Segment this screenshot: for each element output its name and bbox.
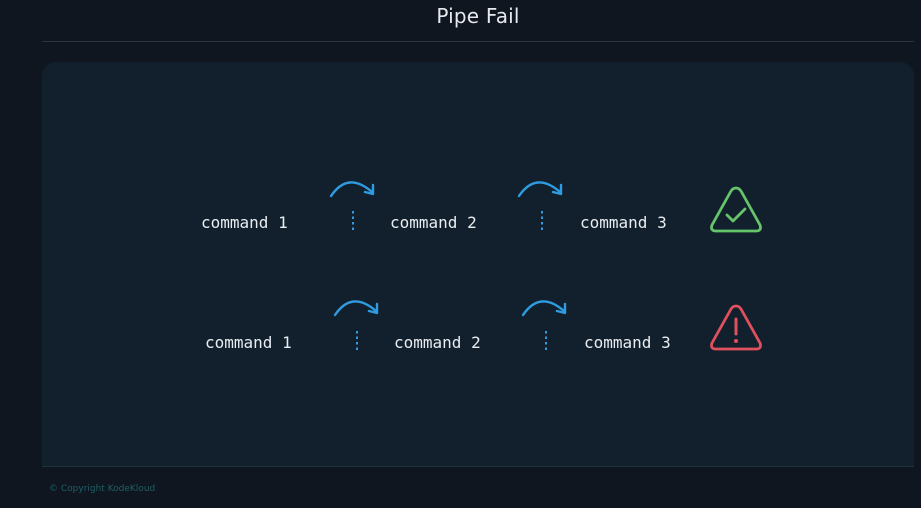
page-title: Pipe Fail [436,4,520,28]
row1-command-3: command 3 [580,213,667,232]
row1-pipe-symbol-2-icon [541,211,543,233]
row1-pipe-symbol-1-icon [352,211,354,233]
check-triangle-icon [710,186,762,233]
row2-command-1: command 1 [205,333,292,352]
row1-pipe-arrow-2-icon [517,181,563,198]
row1-command-1: command 1 [201,213,288,232]
row2-pipe-arrow-2-icon [521,300,567,317]
row2-pipe-symbol-2-icon [545,331,547,353]
slide: Pipe Fail command 1 command 2 command 3 … [0,0,921,508]
row1-pipe-arrow-1-icon [329,181,375,198]
row2-pipe-arrow-1-icon [333,300,379,317]
row2-pipe-symbol-1-icon [356,331,358,353]
footer-divider [42,466,914,467]
row1-command-2: command 2 [390,213,477,232]
copyright-text: © Copyright KodeKloud [49,484,156,494]
title-divider [42,41,914,42]
row2-command-2: command 2 [394,333,481,352]
warning-triangle-icon [710,304,762,351]
diagram-panel [42,62,914,466]
row2-command-3: command 3 [584,333,671,352]
